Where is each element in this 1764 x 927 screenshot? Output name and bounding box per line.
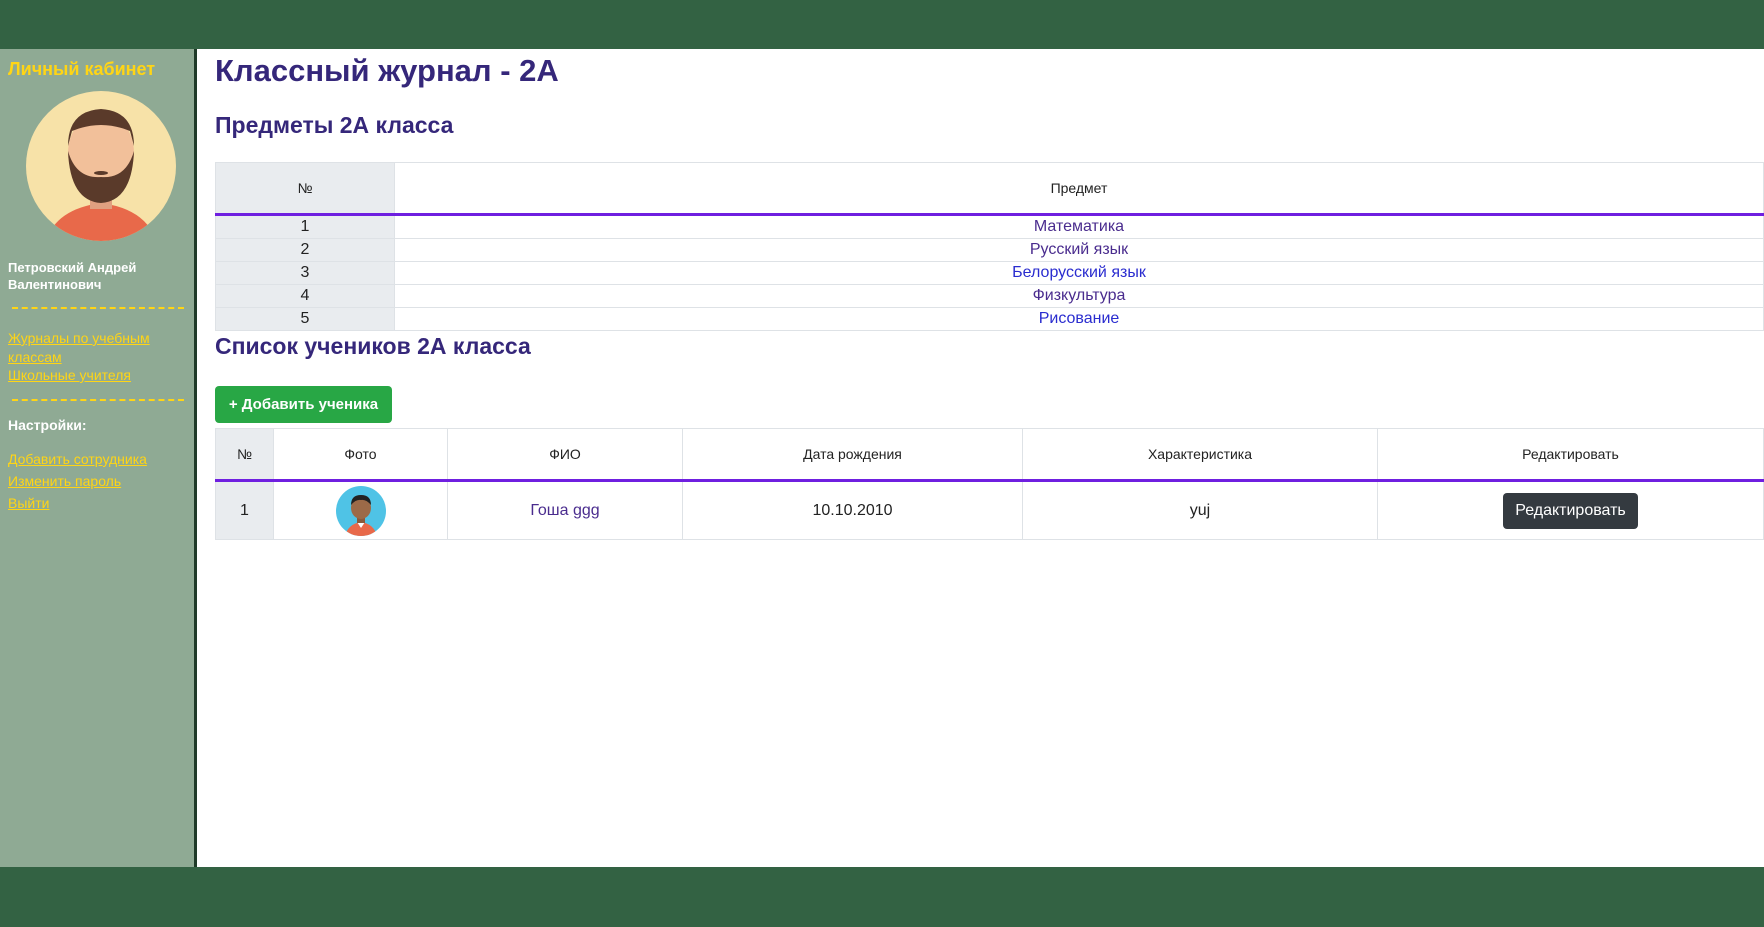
divider — [12, 399, 184, 401]
sidebar-title: Личный кабинет — [8, 59, 156, 79]
subjects-heading: Предметы 2А класса — [215, 112, 454, 138]
edit-button[interactable]: Редактировать — [1503, 492, 1638, 529]
row-num: 2 — [215, 238, 395, 262]
students-table: № Фото ФИО Дата рождения Характеристика … — [215, 428, 1764, 540]
settings-heading: Настройки: — [8, 417, 87, 433]
student-name-link[interactable]: Гоша ggg — [530, 502, 599, 519]
link-class-journals[interactable]: Журналы по учебным классам — [8, 329, 178, 367]
photo-cell — [273, 480, 448, 540]
column-header-name: ФИО — [447, 428, 683, 482]
subjects-table: № Предмет 1 Математика 2 Русский язык 3 … — [215, 162, 1764, 331]
column-header-num: № — [215, 428, 274, 482]
sidebar: Личный кабинет Петровский Андрей Валенти… — [0, 49, 197, 867]
bottom-bar — [0, 867, 1764, 927]
table-row: 5 Рисование — [215, 307, 1764, 331]
column-header-edit: Редактировать — [1377, 428, 1764, 482]
top-bar — [0, 0, 1764, 49]
column-header-subject: Предмет — [394, 162, 1764, 216]
table-row: 1 Гоша ggg 10.10.2010 yuj Редактировать — [215, 480, 1764, 540]
row-num: 1 — [215, 480, 274, 540]
subject-link[interactable]: Математика — [1034, 218, 1124, 235]
row-num: 4 — [215, 284, 395, 308]
link-add-employee[interactable]: Добавить сотрудника — [8, 450, 178, 469]
name-cell: Гоша ggg — [447, 480, 683, 540]
edit-cell: Редактировать — [1377, 480, 1764, 540]
subject-link[interactable]: Физкультура — [1033, 287, 1126, 304]
row-num: 5 — [215, 307, 395, 331]
column-header-info: Характеристика — [1022, 428, 1378, 482]
row-num: 1 — [215, 214, 395, 239]
link-logout[interactable]: Выйти — [8, 494, 178, 513]
user-avatar-icon — [26, 91, 176, 241]
birth-date: 10.10.2010 — [682, 480, 1023, 540]
page-title: Классный журнал - 2А — [215, 53, 559, 88]
table-row: 1 Математика — [215, 214, 1764, 239]
student-avatar-icon — [335, 485, 386, 536]
subject-cell: Математика — [394, 214, 1764, 239]
link-change-password[interactable]: Изменить пароль — [8, 472, 178, 491]
column-header-birth: Дата рождения — [682, 428, 1023, 482]
add-student-button[interactable]: + Добавить ученика — [215, 386, 392, 423]
main-content: Классный журнал - 2А Предметы 2А класса … — [215, 49, 1764, 867]
subject-cell: Русский язык — [394, 238, 1764, 262]
divider — [12, 307, 184, 309]
characteristic: yuj — [1022, 480, 1378, 540]
column-header-photo: Фото — [273, 428, 448, 482]
table-row: 3 Белорусский язык — [215, 261, 1764, 285]
column-header-num: № — [215, 162, 395, 216]
link-school-teachers[interactable]: Школьные учителя — [8, 366, 178, 385]
subject-link[interactable]: Рисование — [1039, 310, 1120, 327]
subject-link[interactable]: Белорусский язык — [1012, 264, 1146, 281]
table-row: 2 Русский язык — [215, 238, 1764, 262]
user-name: Петровский Андрей Валентинович — [8, 260, 137, 292]
subject-link[interactable]: Русский язык — [1030, 241, 1128, 258]
table-row: 4 Физкультура — [215, 284, 1764, 308]
subject-cell: Белорусский язык — [394, 261, 1764, 285]
students-heading: Список учеников 2А класса — [215, 333, 531, 359]
subject-cell: Рисование — [394, 307, 1764, 331]
row-num: 3 — [215, 261, 395, 285]
subject-cell: Физкультура — [394, 284, 1764, 308]
